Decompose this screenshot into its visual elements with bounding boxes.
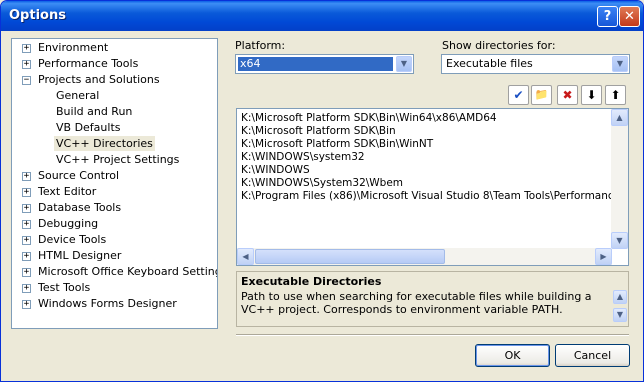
horizontal-scrollbar[interactable]: ◀ ▶ (237, 248, 612, 265)
expand-icon[interactable]: + (22, 188, 31, 197)
tree-item-label: Text Editor (38, 185, 97, 198)
options-tree[interactable]: + Environment + Performance Tools − Project… (11, 38, 218, 329)
list-item[interactable]: K:\Microsoft Platform SDK\Bin (241, 125, 396, 138)
scroll-left-icon[interactable]: ◀ (237, 248, 254, 265)
directory-list[interactable]: K:\Microsoft Platform SDK\Bin\Win64\x86\… (236, 108, 629, 266)
tree-item-label: VB Defaults (56, 121, 121, 134)
tree-item-label: Debugging (38, 217, 99, 230)
title-bar[interactable]: Options ? ✕ (1, 1, 643, 31)
tree-item-label: Microsoft Office Keyboard Settings (38, 265, 218, 278)
move-up-icon[interactable]: ⬆ (605, 85, 626, 105)
tree-item-label: VC++ Directories (54, 136, 155, 151)
tree-item-label: Build and Run (56, 105, 133, 118)
platform-select[interactable]: x64 ▼ (235, 54, 414, 74)
scroll-right-icon[interactable]: ▶ (595, 248, 612, 265)
window-title: Options (9, 8, 66, 23)
list-item[interactable]: K:\WINDOWS\system32 (241, 151, 365, 164)
show-directories-select[interactable]: Executable files ▼ (441, 54, 630, 74)
tree-item-label: Performance Tools (38, 57, 139, 70)
collapse-icon[interactable]: − (22, 76, 31, 85)
tree-item-label: HTML Designer (38, 249, 122, 262)
help-button[interactable]: ? (597, 6, 618, 27)
show-directories-value: Executable files (446, 57, 533, 70)
expand-icon[interactable]: + (22, 204, 31, 213)
scroll-down-icon[interactable]: ▼ (611, 232, 628, 249)
tree-item-label: Projects and Solutions (38, 73, 160, 86)
expand-icon[interactable]: + (22, 284, 31, 293)
tree-item-label: Test Tools (38, 281, 91, 294)
move-down-icon[interactable]: ⬇ (581, 85, 602, 105)
vertical-scrollbar[interactable]: ▲ ▼ (611, 109, 628, 249)
chevron-down-icon[interactable]: ▼ (396, 56, 412, 72)
tree-item-label: Source Control (38, 169, 120, 182)
expand-icon[interactable]: + (22, 172, 31, 181)
chevron-down-icon[interactable]: ▼ (612, 56, 628, 72)
ok-button[interactable]: OK (475, 344, 550, 367)
divider (236, 334, 629, 336)
tree-item-label: General (56, 89, 100, 102)
delete-icon[interactable]: ✖ (557, 85, 578, 105)
close-button[interactable]: ✕ (619, 6, 640, 27)
expand-icon[interactable]: + (22, 60, 31, 69)
list-item[interactable]: K:\WINDOWS\System32\Wbem (241, 177, 403, 190)
platform-value: x64 (238, 57, 393, 71)
list-item[interactable]: K:\WINDOWS (241, 164, 310, 177)
description-panel: Executable Directories Path to use when … (236, 271, 629, 327)
tree-item-label: Environment (38, 41, 109, 54)
expand-icon[interactable]: + (22, 220, 31, 229)
tree-item-label: Database Tools (38, 201, 122, 214)
tree-item-label: VC++ Project Settings (56, 153, 180, 166)
check-icon[interactable]: ✔ (508, 85, 529, 105)
scroll-up-icon[interactable]: ▲ (613, 290, 627, 304)
list-item[interactable]: K:\Program Files (x86)\Microsoft Visual … (241, 190, 628, 203)
tree-item-label: Device Tools (38, 233, 107, 246)
description-title: Executable Directories (241, 275, 382, 288)
scroll-down-icon[interactable]: ▼ (613, 308, 627, 322)
expand-icon[interactable]: + (22, 236, 31, 245)
expand-icon[interactable]: + (22, 252, 31, 261)
show-directories-label: Show directories for: (442, 39, 556, 52)
scroll-up-icon[interactable]: ▲ (611, 109, 628, 126)
platform-label: Platform: (235, 39, 286, 52)
list-item[interactable]: K:\Microsoft Platform SDK\Bin\WinNT (241, 138, 433, 151)
options-dialog: Options ? ✕ + Environment + Performance To… (0, 0, 644, 382)
expand-icon[interactable]: + (22, 268, 31, 277)
expand-icon[interactable]: + (22, 44, 31, 53)
expand-icon[interactable]: + (22, 300, 31, 309)
scroll-thumb[interactable] (255, 249, 445, 264)
new-folder-icon[interactable]: 📁 (531, 85, 552, 105)
cancel-button[interactable]: Cancel (555, 344, 630, 367)
description-text: Path to use when searching for executabl… (241, 290, 592, 316)
list-item[interactable]: K:\Microsoft Platform SDK\Bin\Win64\x86\… (241, 112, 497, 125)
tree-item-label: Windows Forms Designer (38, 297, 177, 310)
